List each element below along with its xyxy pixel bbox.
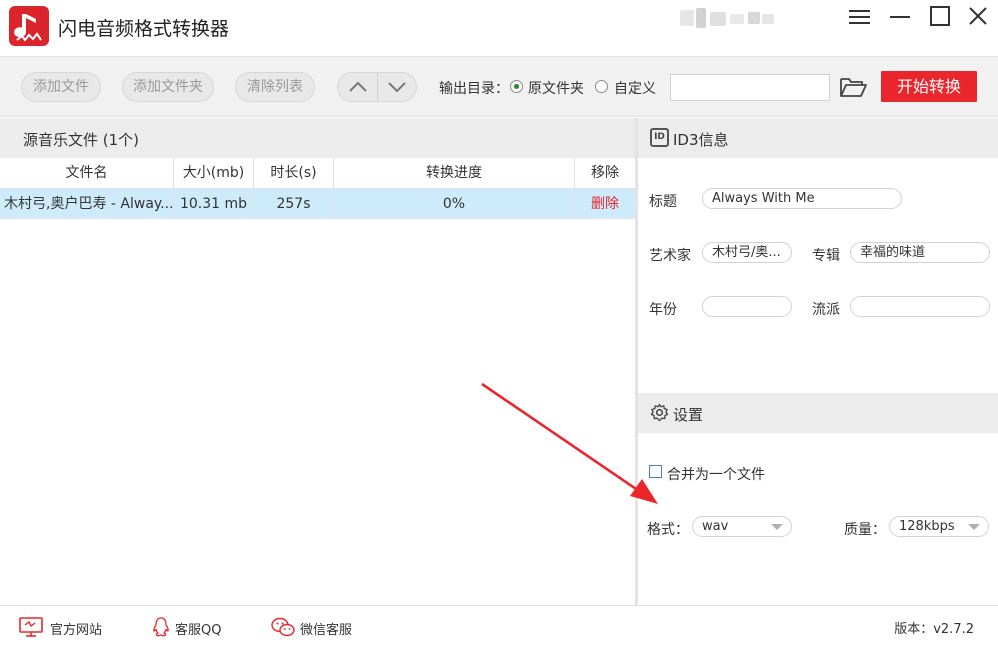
quality-select[interactable]: 128kbps xyxy=(889,516,989,537)
file-duration-cell: 257s xyxy=(254,189,334,219)
year-label: 年份 xyxy=(649,302,677,318)
column-header-progress: 转换进度 xyxy=(334,158,575,188)
genre-field[interactable] xyxy=(850,296,990,317)
merge-label[interactable]: 合并为一个文件 xyxy=(667,464,765,484)
move-buttons xyxy=(337,72,417,102)
clear-list-button[interactable]: 清除列表 xyxy=(235,72,315,102)
move-down-icon[interactable] xyxy=(377,73,416,101)
genre-label: 流派 xyxy=(812,302,840,318)
qq-icon xyxy=(153,617,169,637)
monitor-icon xyxy=(19,617,43,637)
open-folder-icon[interactable] xyxy=(838,74,868,100)
minimize-icon[interactable] xyxy=(886,4,914,30)
wechat-icon xyxy=(271,617,295,637)
app-window: 闪电音频格式转换器 添加文件 添加文件夹 清除列表 输出目录： 原文件夹 自定义… xyxy=(0,0,998,645)
column-header-name: 文件名 xyxy=(0,158,174,188)
user-avatar[interactable] xyxy=(680,6,776,30)
app-title: 闪电音频格式转换器 xyxy=(58,18,230,40)
settings-title: 设置 xyxy=(673,406,704,424)
add-folder-button[interactable]: 添加文件夹 xyxy=(122,72,214,102)
artist-label: 艺术家 xyxy=(649,248,691,264)
website-label: 官方网站 xyxy=(50,623,103,638)
artist-field[interactable]: 木村弓/奥... xyxy=(702,242,792,263)
move-up-icon[interactable] xyxy=(338,73,378,101)
version-label: 版本：v2.7.2 xyxy=(894,622,974,637)
file-list-panel: 源音乐文件 (1个) 文件名 大小(mb) 时长(s) 转换进度 移除 木村弓,… xyxy=(0,118,635,605)
gear-icon xyxy=(650,403,669,422)
format-label: 格式： xyxy=(647,522,689,538)
close-icon[interactable] xyxy=(964,4,992,30)
maximize-icon[interactable] xyxy=(926,4,954,30)
toolbar: 添加文件 添加文件夹 清除列表 输出目录： 原文件夹 自定义 开始转换 xyxy=(0,57,998,117)
id3-header: ID ID3信息 xyxy=(638,118,998,158)
website-link[interactable]: 官方网站 xyxy=(18,616,108,638)
id3-icon: ID xyxy=(650,128,669,147)
right-panel: ID ID3信息 标题 Always With Me 艺术家 木村弓/奥... … xyxy=(638,118,998,605)
file-list-header: 源音乐文件 (1个) xyxy=(0,118,635,158)
column-header-size: 大小(mb) xyxy=(174,158,254,188)
delete-file-link[interactable]: 删除 xyxy=(575,189,635,219)
wechat-support-link[interactable]: 微信客服 xyxy=(270,616,360,638)
album-label: 专辑 xyxy=(812,248,840,264)
title-label: 标题 xyxy=(649,194,677,210)
quality-value: 128kbps xyxy=(899,519,955,534)
wechat-support-label: 微信客服 xyxy=(300,623,353,638)
footer: 官方网站 客服QQ 微信客服 版本：v2.7.2 xyxy=(0,605,998,645)
app-logo-icon xyxy=(9,6,49,46)
file-list-title: 源音乐文件 (1个) xyxy=(23,131,140,149)
file-progress-cell: 0% xyxy=(334,189,575,219)
table-row[interactable]: 木村弓,奥户巴寿 - Alway... 10.31 mb 257s 0% 删除 xyxy=(0,189,635,219)
file-name-cell: 木村弓,奥户巴寿 - Alway... xyxy=(0,189,174,219)
chevron-down-icon xyxy=(968,524,980,530)
album-field[interactable]: 幸福的味道 xyxy=(850,242,990,263)
radio-custom-label[interactable]: 自定义 xyxy=(614,78,656,98)
start-convert-button[interactable]: 开始转换 xyxy=(881,71,977,102)
format-select[interactable]: wav xyxy=(692,516,792,537)
column-header-duration: 时长(s) xyxy=(254,158,334,188)
radio-custom[interactable] xyxy=(595,80,608,93)
format-value: wav xyxy=(702,519,729,534)
title-bar: 闪电音频格式转换器 xyxy=(0,0,998,57)
qq-support-link[interactable]: 客服QQ xyxy=(150,616,230,638)
title-field[interactable]: Always With Me xyxy=(702,188,902,209)
output-path-input[interactable] xyxy=(670,74,830,101)
chevron-down-icon xyxy=(771,524,783,530)
year-field[interactable] xyxy=(702,296,792,317)
add-file-button[interactable]: 添加文件 xyxy=(21,72,101,102)
column-header-remove: 移除 xyxy=(591,165,619,181)
qq-support-label: 客服QQ xyxy=(175,623,222,638)
radio-source-folder[interactable] xyxy=(510,80,523,93)
radio-source-folder-label[interactable]: 原文件夹 xyxy=(528,78,584,98)
file-table-header: 文件名 大小(mb) 时长(s) 转换进度 移除 xyxy=(0,158,635,189)
quality-label: 质量： xyxy=(844,522,886,538)
output-dir-label: 输出目录： xyxy=(439,81,509,97)
merge-checkbox[interactable] xyxy=(649,465,662,478)
id3-title: ID3信息 xyxy=(673,131,729,149)
menu-icon[interactable] xyxy=(846,4,874,30)
file-size-cell: 10.31 mb xyxy=(174,189,254,219)
settings-header: 设置 xyxy=(638,393,998,433)
